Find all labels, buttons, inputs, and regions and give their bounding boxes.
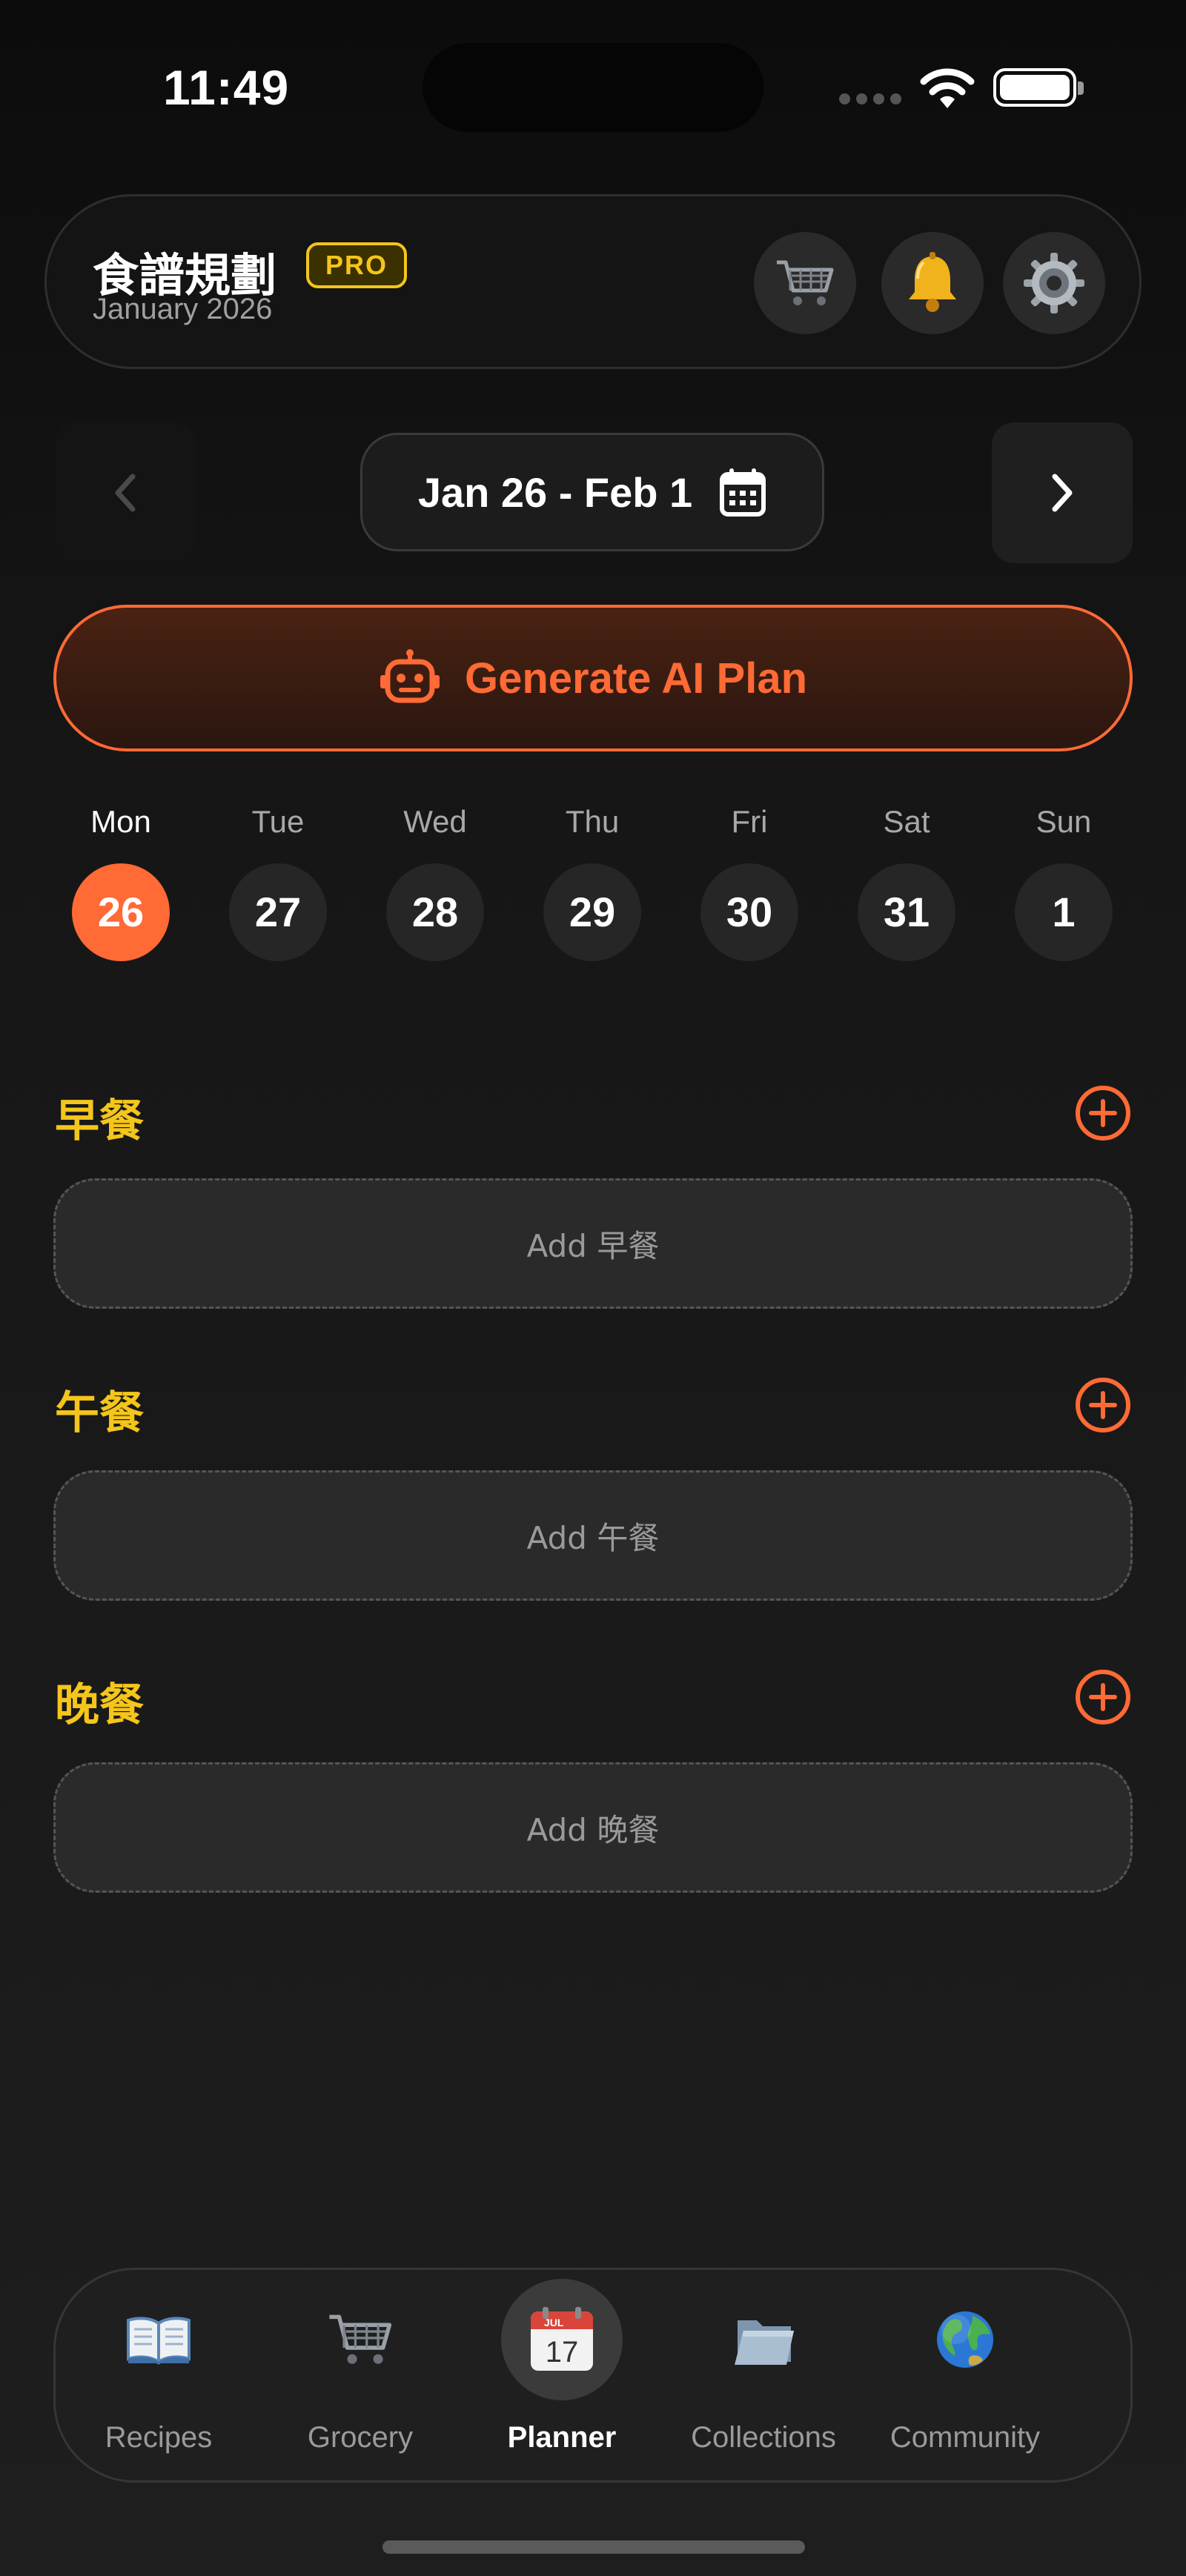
settings-button[interactable]	[1003, 232, 1105, 334]
day-number: 27	[229, 863, 327, 961]
day-wed[interactable]: Wed 28	[383, 804, 487, 961]
day-mon[interactable]: Mon 26	[69, 804, 173, 961]
grocery-cart-button[interactable]	[754, 232, 856, 334]
generate-ai-plan-label: Generate AI Plan	[464, 654, 808, 703]
previous-week-button[interactable]	[55, 422, 196, 563]
date-range-label: Jan 26 - Feb 1	[417, 468, 693, 516]
add-meal-label: Add 早餐	[526, 1227, 660, 1264]
cart-icon	[777, 260, 834, 305]
book-icon	[127, 2317, 191, 2365]
add-meal-slot[interactable]: Add 早餐	[53, 1178, 1133, 1309]
day-name: Wed	[403, 804, 467, 839]
meal-section-lunch: 午餐	[53, 1374, 1133, 1441]
tab-label: Grocery	[307, 2421, 414, 2454]
day-sun[interactable]: Sun 1	[1012, 804, 1116, 961]
chevron-left-icon	[115, 474, 136, 512]
day-name: Sun	[1036, 804, 1092, 839]
tab-grocery[interactable]: Grocery	[260, 2270, 460, 2485]
folder-icon	[735, 2320, 794, 2365]
robot-icon	[380, 649, 440, 703]
signal-icon	[839, 93, 901, 104]
generate-ai-plan-button[interactable]: Generate AI Plan	[53, 605, 1133, 751]
notifications-button[interactable]	[881, 232, 984, 334]
add-meal-button[interactable]	[1073, 1667, 1133, 1727]
home-indicator	[382, 2540, 805, 2554]
tab-label: Planner	[507, 2421, 617, 2454]
header-subtitle: January 2026	[93, 293, 273, 325]
tab-community[interactable]: Community	[865, 2270, 1065, 2485]
day-name: Tue	[251, 804, 305, 839]
status-bar: 11:49	[0, 0, 1186, 170]
add-meal-button[interactable]	[1073, 1083, 1133, 1143]
meal-title: 早餐	[55, 1095, 144, 1147]
cart-icon	[329, 2314, 392, 2364]
dynamic-island	[423, 43, 763, 132]
wifi-icon	[920, 68, 975, 108]
calendar-icon	[720, 468, 766, 517]
meal-title: 午餐	[55, 1387, 144, 1439]
day-number: 31	[858, 863, 955, 961]
meal-title: 晚餐	[55, 1679, 144, 1731]
day-fri[interactable]: Fri 30	[698, 804, 801, 961]
day-tue[interactable]: Tue 27	[226, 804, 330, 961]
header-card: 食譜規劃 PRO January 2026	[44, 194, 1142, 369]
tab-label: Community	[890, 2421, 1041, 2454]
calendar-day: 17	[546, 2336, 579, 2368]
day-name: Mon	[90, 804, 151, 839]
date-range-picker[interactable]: Jan 26 - Feb 1	[360, 433, 824, 551]
add-meal-slot[interactable]: Add 午餐	[53, 1470, 1133, 1601]
day-number: 29	[543, 863, 641, 961]
day-name: Sat	[883, 804, 930, 839]
pro-badge: PRO	[306, 242, 408, 288]
day-name: Fri	[731, 804, 768, 839]
chevron-right-icon	[1052, 474, 1073, 512]
day-thu[interactable]: Thu 29	[540, 804, 644, 961]
add-meal-label: Add 午餐	[526, 1519, 660, 1556]
globe-icon	[937, 2311, 993, 2368]
day-number: 28	[386, 863, 484, 961]
add-meal-button[interactable]	[1073, 1375, 1133, 1435]
tab-label: Collections	[691, 2421, 836, 2454]
tab-planner[interactable]: JUL 17 Planner	[462, 2270, 662, 2485]
next-week-button[interactable]	[992, 422, 1133, 563]
calendar-month: JUL	[544, 2317, 564, 2328]
day-name: Thu	[565, 804, 620, 839]
calendar-icon: JUL 17	[531, 2307, 593, 2371]
day-number: 1	[1015, 863, 1113, 961]
tab-label: Recipes	[105, 2421, 213, 2454]
day-number: 30	[700, 863, 798, 961]
tab-recipes[interactable]: Recipes	[59, 2270, 259, 2485]
day-number: 26	[72, 863, 170, 961]
day-sat[interactable]: Sat 31	[855, 804, 958, 961]
meal-section-dinner: 晚餐	[53, 1666, 1133, 1733]
tab-collections[interactable]: Collections	[663, 2270, 864, 2485]
gear-icon	[1024, 253, 1084, 313]
add-meal-label: Add 晚餐	[526, 1811, 660, 1848]
bell-icon	[909, 252, 956, 312]
bottom-tab-bar: Recipes Grocery JUL 17 Planner Collectio…	[53, 2268, 1133, 2483]
meal-section-breakfast: 早餐	[53, 1082, 1133, 1149]
add-meal-slot[interactable]: Add 晚餐	[53, 1762, 1133, 1893]
status-time: 11:49	[163, 60, 290, 115]
battery-icon	[993, 68, 1084, 107]
